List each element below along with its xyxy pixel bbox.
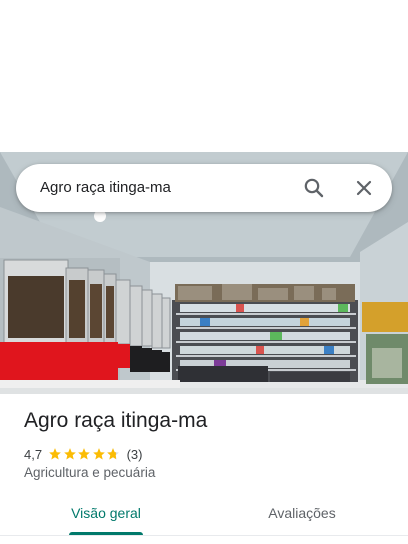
star-full-icon [92, 448, 105, 460]
review-count[interactable]: (3) [127, 447, 143, 462]
star-full-icon [49, 448, 61, 460]
star-partial-icon [107, 448, 119, 460]
search-bar[interactable]: Agro raça itinga-ma [16, 164, 392, 212]
star-full-icon [63, 448, 76, 460]
search-icon[interactable] [302, 176, 326, 200]
place-title: Agro raça itinga-ma [24, 409, 208, 432]
place-info-panel: Agro raça itinga-ma 4,7 (3) Agricultura … [0, 394, 408, 544]
tab-reviews[interactable]: Avaliações [252, 494, 352, 536]
star-full-icon [78, 448, 90, 460]
place-category: Agricultura e pecuária [24, 465, 156, 480]
tab-overview[interactable]: Visão geral [56, 494, 156, 536]
rating-stars [48, 447, 121, 461]
rating-value: 4,7 [24, 446, 43, 462]
rating-row[interactable]: 4,7 (3) [24, 445, 142, 463]
search-input[interactable]: Agro raça itinga-ma [40, 164, 171, 212]
close-icon[interactable] [352, 176, 376, 200]
tabs-divider [0, 535, 408, 536]
blank-map-area [0, 0, 408, 152]
